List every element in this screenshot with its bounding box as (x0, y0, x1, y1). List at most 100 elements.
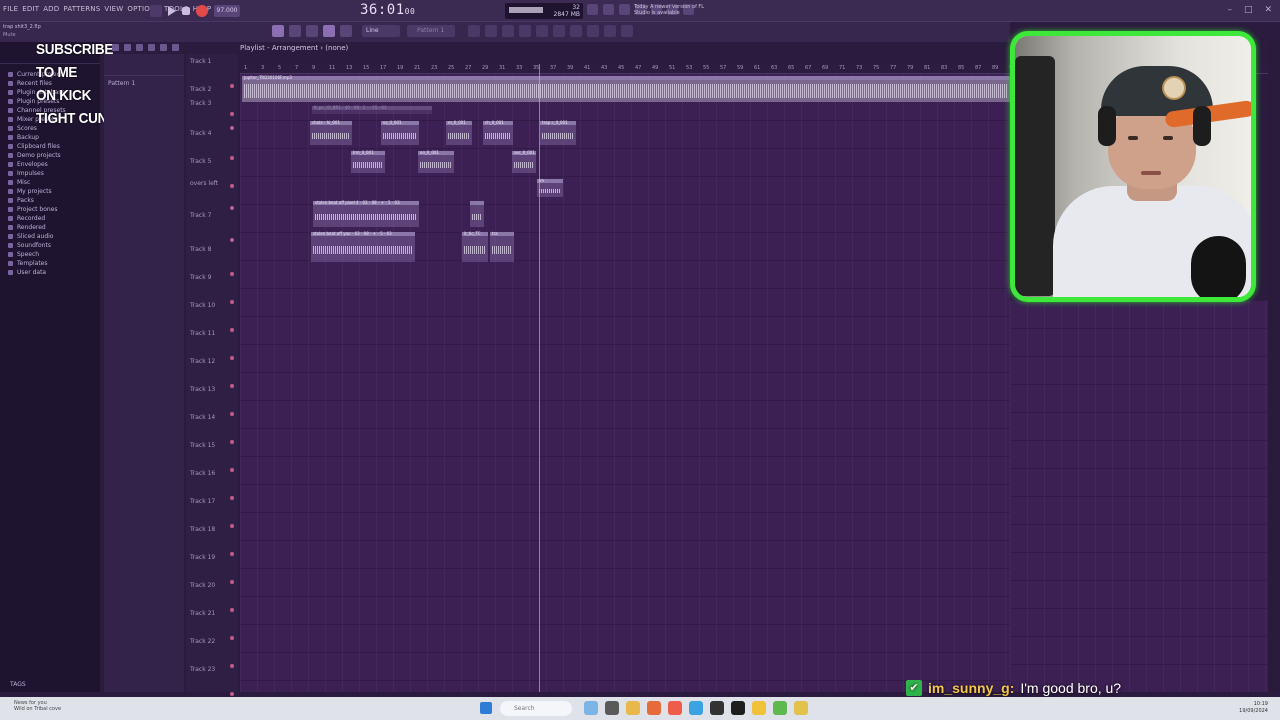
stop-icon[interactable] (182, 7, 190, 15)
track-name[interactable]: Track 5 (190, 158, 211, 165)
channel-rack-icon[interactable] (485, 25, 497, 37)
track-name[interactable]: Track 16 (190, 470, 215, 477)
obs-icon[interactable] (731, 701, 745, 715)
brush-icon[interactable] (323, 25, 335, 37)
link-icon[interactable] (621, 25, 633, 37)
track-name[interactable]: Track 13 (190, 386, 215, 393)
browser-item[interactable]: Envelopes (8, 160, 100, 169)
browser-item[interactable]: Clipboard files (8, 142, 100, 151)
menu-edit[interactable]: EDIT (22, 5, 39, 13)
browser-icon[interactable] (536, 25, 548, 37)
browser-item[interactable]: User data (8, 268, 100, 277)
brave-browser-icon[interactable] (647, 701, 661, 715)
playlist-grid-right[interactable] (1010, 300, 1270, 692)
browser-item[interactable]: Project bones (8, 205, 100, 214)
minimize-icon[interactable]: – (1227, 5, 1232, 15)
tiktok-icon[interactable] (710, 701, 724, 715)
audio-clip[interactable]: it_tic_TC (462, 231, 488, 262)
track-mute-indicator[interactable] (230, 184, 234, 188)
plugin-icon[interactable] (553, 25, 565, 37)
mute-icon[interactable] (136, 44, 143, 51)
track-mute-indicator[interactable] (230, 112, 234, 116)
track-mute-indicator[interactable] (230, 440, 234, 444)
track-mute-indicator[interactable] (230, 692, 234, 696)
playlist-icon[interactable] (468, 25, 480, 37)
browser-item[interactable]: Impulses (8, 169, 100, 178)
record-view-icon[interactable] (570, 25, 582, 37)
track-mute-indicator[interactable] (230, 156, 234, 160)
track-name[interactable]: Track 23 (190, 666, 215, 673)
menu-add[interactable]: ADD (43, 5, 59, 13)
edge-icon[interactable] (689, 701, 703, 715)
browser-item[interactable]: Recorded (8, 214, 100, 223)
clock[interactable]: 10:19 19/09/2024 (1239, 701, 1268, 715)
browser-item[interactable]: Packs (8, 196, 100, 205)
track-mute-indicator[interactable] (230, 300, 234, 304)
slip-icon[interactable] (148, 44, 155, 51)
browser-item[interactable]: Rendered (8, 223, 100, 232)
track-mute-indicator[interactable] (230, 272, 234, 276)
track-mute-indicator[interactable] (230, 468, 234, 472)
tempo-field[interactable]: 97.000 (214, 5, 240, 17)
audio-clip[interactable]: tra (490, 231, 514, 262)
play-icon[interactable] (168, 6, 176, 16)
track-name[interactable]: Track 12 (190, 358, 215, 365)
windows-start-icon[interactable] (480, 702, 492, 714)
waveform-icon[interactable] (604, 25, 616, 37)
stamp-icon[interactable] (340, 25, 352, 37)
audio-clip[interactable]: shots - hi_001 (310, 120, 352, 145)
track-name[interactable]: Track 7 (190, 212, 211, 219)
track-name[interactable]: Track 21 (190, 610, 215, 617)
track-name[interactable]: Track 17 (190, 498, 215, 505)
track-mute-indicator[interactable] (230, 552, 234, 556)
scissors-icon[interactable] (124, 44, 131, 51)
piano-icon[interactable] (519, 25, 531, 37)
track-name[interactable]: Track 11 (190, 330, 215, 337)
browser-item[interactable]: Soundfonts (8, 241, 100, 250)
track-name[interactable]: Track 18 (190, 526, 215, 533)
track-name[interactable]: Track 9 (190, 274, 211, 281)
browser-item[interactable]: Sliced audio (8, 232, 100, 241)
track-mute-indicator[interactable] (230, 384, 234, 388)
pattern-mode-icon[interactable] (272, 25, 284, 37)
taskbar-search[interactable]: Search (500, 701, 572, 716)
audio-clip[interactable]: jupiter_TRD30106F.mp3 (242, 75, 1010, 102)
track-mute-indicator[interactable] (230, 84, 234, 88)
maximize-icon[interactable]: □ (1244, 5, 1253, 15)
tags-label[interactable]: TAGS (10, 681, 26, 688)
track-name[interactable]: Track 2 (190, 86, 211, 93)
track-name[interactable]: Track 8 (190, 246, 211, 253)
audio-clip[interactable]: trap c_II_001 (540, 120, 576, 145)
audio-clip[interactable]: on_II_001 (418, 150, 454, 173)
track-mute-indicator[interactable] (230, 664, 234, 668)
track-name[interactable]: Track 22 (190, 638, 215, 645)
track-mute-indicator[interactable] (230, 608, 234, 612)
tempo-icon[interactable] (587, 25, 599, 37)
track-mute-indicator[interactable] (230, 412, 234, 416)
update-notice[interactable]: Today A newer version of FL Studio is av… (634, 4, 714, 16)
audio-clip[interactable] (470, 201, 484, 227)
track-name[interactable]: Track 4 (190, 130, 211, 137)
track-mute-indicator[interactable] (230, 238, 234, 242)
track-name[interactable]: Track 3 (190, 100, 211, 107)
track-mute-indicator[interactable] (230, 580, 234, 584)
audio-clip[interactable]: im (537, 178, 563, 197)
track-name[interactable]: Track 20 (190, 582, 215, 589)
track-mute-indicator[interactable] (230, 206, 234, 210)
vertical-scrollbar[interactable] (1268, 42, 1280, 692)
audio-clip[interactable]: m_II_001 (446, 120, 472, 145)
track-name[interactable]: Track 10 (190, 302, 215, 309)
track-name[interactable]: Track 19 (190, 554, 215, 561)
audio-clip[interactable]: sec_II_001 (512, 150, 536, 173)
menu-patterns[interactable]: PATTERNS (63, 5, 100, 13)
fl-studio-icon[interactable] (773, 701, 787, 715)
audio-clip[interactable]: oz_II_001 (381, 120, 419, 145)
menu-view[interactable]: VIEW (104, 5, 123, 13)
piano-roll-icon[interactable] (603, 4, 614, 15)
track-name[interactable]: Track 15 (190, 442, 215, 449)
track-mute-indicator[interactable] (230, 328, 234, 332)
news-widget[interactable]: News for you Wild on Tribal cove (14, 700, 61, 712)
audio-clip[interactable]: stolen beat off you - 03 - 08 - + - 5 - … (311, 231, 415, 262)
audio-clip[interactable]: stolen beat off pixel 4 - 03 - 08 - + - … (313, 200, 419, 227)
speaker-icon[interactable] (172, 44, 179, 51)
